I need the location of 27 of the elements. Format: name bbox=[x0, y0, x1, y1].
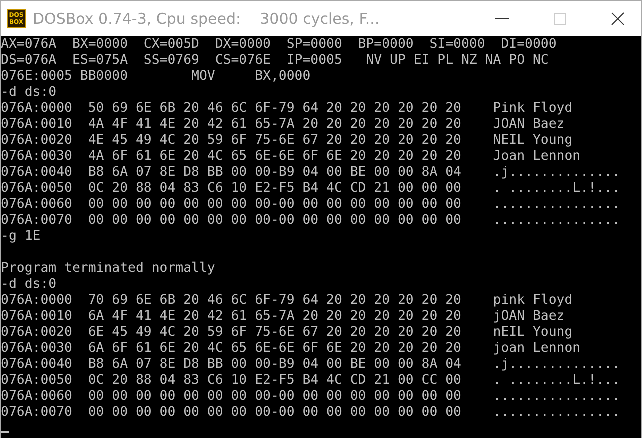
console-line: 076A:0060 00 00 00 00 00 00 00 00-00 00 00 00 00 00 00 00 ................ bbox=[1, 197, 622, 213]
console-line: 076A:0000 50 69 6E 6B 20 46 6C 6F-79 64 20 20 20 20 20 20 Pink Floyd bbox=[1, 101, 574, 117]
console-line: 076A:0020 6E 45 49 4C 20 59 6F 75-6E 67 20 20 20 20 20 20 nEIL Young bbox=[1, 325, 574, 341]
console-line: 076A:0030 6A 6F 61 6E 20 4C 65 6E-6E 6F 6E 20 20 20 20 20 joan Lennon bbox=[1, 341, 582, 357]
console-line: 076A:0020 4E 45 49 4C 20 59 6F 75-6E 67 20 20 20 20 20 20 NEIL Young bbox=[1, 133, 574, 149]
console-line: 076A:0070 00 00 00 00 00 00 00 00-00 00 00 00 00 00 00 00 ................ bbox=[1, 405, 622, 421]
close-icon bbox=[611, 12, 625, 26]
console-line: 076A:0070 00 00 00 00 00 00 00 00-00 00 00 00 00 00 00 00 ................ bbox=[1, 213, 622, 229]
console-line: 076A:0010 4A 4F 41 4E 20 42 61 65-7A 20 20 20 20 20 20 20 JOAN Baez bbox=[1, 117, 566, 133]
console-line: 076A:0000 70 69 6E 6B 20 46 6C 6F-79 64 20 20 20 20 20 20 pink Floyd bbox=[1, 293, 574, 309]
console-line: 076A:0040 B8 6A 07 8E D8 BB 00 00-B9 04 00 BE 00 00 8A 04 .j.............. bbox=[1, 357, 622, 373]
maximize-icon bbox=[553, 12, 567, 26]
console-line: 076E:0005 BB0000 MOV BX,0000 bbox=[1, 69, 312, 85]
console-line: -d ds:0 bbox=[1, 277, 58, 293]
window-title: DOSBox 0.74-3, Cpu speed: 3000 cycles, F... bbox=[33, 10, 381, 28]
console-line: Program terminated normally bbox=[1, 261, 216, 277]
console-line: AX=076A BX=0000 CX=005D DX=0000 SP=0000 BP=0000 SI=0000 DI=0000 bbox=[1, 37, 558, 53]
console-line: 076A:0030 4A 6F 61 6E 20 4C 65 6E-6E 6F 6E 20 20 20 20 20 Joan Lennon bbox=[1, 149, 582, 165]
console-line: 076A:0010 6A 4F 41 4E 20 42 61 65-7A 20 20 20 20 20 20 20 jOAN Baez bbox=[1, 309, 566, 325]
console-line: -g 1E bbox=[1, 229, 42, 245]
console-line: 076A:0050 0C 20 88 04 83 C6 10 E2-F5 B4 4C CD 21 00 CC 00 . ........L.!... bbox=[1, 373, 622, 389]
console-line: DS=076A ES=075A SS=0769 CS=076E IP=0005 NV UP EI PL NZ NA PO NC bbox=[1, 53, 550, 69]
minimize-icon bbox=[495, 18, 509, 19]
console-line: 076A:0060 00 00 00 00 00 00 00 00-00 00 00 00 00 00 00 00 ................ bbox=[1, 389, 622, 405]
console-line: -d ds:0 bbox=[1, 85, 58, 101]
console-line: 076A:0050 0C 20 88 04 83 C6 10 E2-F5 B4 4C CD 21 00 00 00 . ........L.!... bbox=[1, 181, 622, 197]
console-line: 076A:0040 B8 6A 07 8E D8 BB 00 00-B9 04 00 BE 00 00 8A 04 .j.............. bbox=[1, 165, 622, 181]
